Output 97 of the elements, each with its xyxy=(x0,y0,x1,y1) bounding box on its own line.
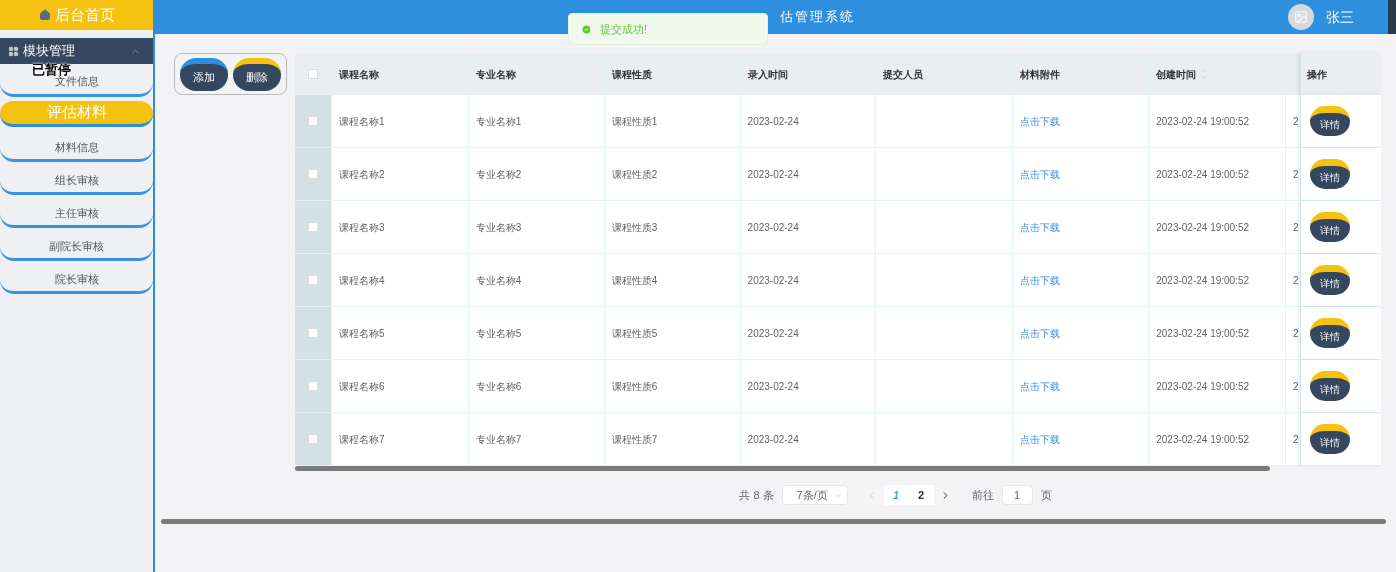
table-cell-text: 2023-02-24 19:00:52 xyxy=(1156,167,1250,182)
row-checkbox[interactable] xyxy=(308,169,318,179)
page-button[interactable]: 2 xyxy=(908,485,934,505)
table-cell-text: 2 xyxy=(1293,167,1299,182)
page-suffix: 页 xyxy=(1040,487,1052,503)
table-cell-text: 专业名称7 xyxy=(475,432,522,447)
sort-icon[interactable] xyxy=(1200,67,1208,81)
toolbar-button[interactable]: 添加 xyxy=(180,57,229,91)
table-cell-text: 课程名称6 xyxy=(338,379,385,394)
column-header: 课程性质 xyxy=(611,67,652,82)
row-checkbox[interactable] xyxy=(308,381,318,391)
page-scrollbar[interactable] xyxy=(161,519,1386,524)
table-cell-text: 课程名称7 xyxy=(338,432,385,447)
table-cell-text: 专业名称6 xyxy=(475,379,522,394)
details-button[interactable]: 详情 xyxy=(1310,159,1351,189)
table-cell-text: 课程名称3 xyxy=(338,220,385,235)
toolbar-button[interactable]: 删除 xyxy=(232,57,281,91)
success-toast: 提交成功! xyxy=(568,13,768,45)
table-cell-text: 专业名称2 xyxy=(475,167,522,182)
table-cell-text: 2023-02-24 xyxy=(747,167,799,182)
table-cell-text: 2023-02-24 19:00:52 xyxy=(1156,432,1250,447)
goto-label: 前往 xyxy=(971,487,994,503)
table-cell-text: 课程名称5 xyxy=(338,326,385,341)
row-checkbox[interactable] xyxy=(308,434,318,444)
row-checkbox[interactable] xyxy=(308,222,318,232)
image-icon xyxy=(1294,10,1308,24)
table-cell-text: 2023-02-24 xyxy=(747,432,799,447)
page-input[interactable]: 1 xyxy=(1001,485,1033,505)
table-cell-text: 课程性质7 xyxy=(611,432,658,447)
table-cell-text: 课程名称4 xyxy=(338,273,385,288)
home-icon xyxy=(38,9,51,21)
success-icon xyxy=(581,23,592,35)
table-cell-text: 2 xyxy=(1293,432,1299,447)
row-checkbox[interactable] xyxy=(308,116,318,126)
table-cell-text: 2023-02-24 19:00:52 xyxy=(1156,273,1250,288)
column-header: 操作 xyxy=(1307,67,1328,82)
select-all-checkbox[interactable] xyxy=(308,69,318,79)
window-title: 估管理系统 xyxy=(780,8,855,27)
column-header: 材料附件 xyxy=(1020,67,1061,82)
table-cell-text: 2 xyxy=(1293,220,1299,235)
table-cell-text: 课程名称1 xyxy=(338,114,385,129)
download-link[interactable]: 点击下载 xyxy=(1020,325,1061,341)
table-cell-text: 课程性质6 xyxy=(611,379,658,394)
download-link[interactable]: 点击下载 xyxy=(1020,272,1061,288)
download-link[interactable]: 点击下载 xyxy=(1020,431,1061,447)
row-checkbox[interactable] xyxy=(308,275,318,285)
avatar[interactable] xyxy=(1288,4,1314,30)
table-cell-text: 专业名称5 xyxy=(475,326,522,341)
table-cell-text: 课程性质1 xyxy=(611,114,658,129)
table-cell-text: 2023-02-24 19:00:52 xyxy=(1156,326,1250,341)
table-cell-text: 2 xyxy=(1293,273,1299,288)
grid-icon xyxy=(8,45,19,57)
sidebar-item[interactable]: 主任审核 xyxy=(0,195,153,228)
module-menu-header[interactable]: 模块管理 xyxy=(0,38,153,64)
column-header: 专业名称 xyxy=(475,67,516,82)
table-cell-text: 2023-02-24 xyxy=(747,220,799,235)
download-link[interactable]: 点击下载 xyxy=(1020,378,1061,394)
details-button[interactable]: 详情 xyxy=(1310,424,1351,454)
sidebar-item[interactable]: 材料信息 xyxy=(0,129,153,162)
table-cell-text: 2023-02-24 xyxy=(747,273,799,288)
sidebar-item[interactable]: 组长审核 xyxy=(0,162,153,195)
details-button[interactable]: 详情 xyxy=(1310,106,1351,136)
table-cell-text: 课程名称2 xyxy=(338,167,385,182)
column-header: 课程名称 xyxy=(338,67,379,82)
details-button[interactable]: 详情 xyxy=(1310,265,1351,295)
details-button[interactable]: 详情 xyxy=(1310,212,1351,242)
sidebar-item[interactable]: 院长审核 xyxy=(0,261,153,294)
column-header[interactable]: 创建时间 xyxy=(1156,66,1197,82)
table-cell-text: 专业名称3 xyxy=(475,220,522,235)
horizontal-scrollbar[interactable] xyxy=(295,466,1270,471)
table-cell-text: 专业名称4 xyxy=(475,273,522,288)
column-header: 提交人员 xyxy=(883,67,924,82)
table-cell-text: 2023-02-24 19:00:52 xyxy=(1156,220,1250,235)
details-button[interactable]: 详情 xyxy=(1310,318,1351,348)
table-cell-text: 2023-02-24 19:00:52 xyxy=(1156,114,1250,129)
table-cell-text: 2023-02-24 xyxy=(747,114,799,129)
download-link[interactable]: 点击下载 xyxy=(1020,166,1061,182)
column-header: 录入时间 xyxy=(747,67,788,82)
details-button[interactable]: 详情 xyxy=(1310,371,1351,401)
table-cell-text: 2023-02-24 xyxy=(747,326,799,341)
row-checkbox[interactable] xyxy=(308,328,318,338)
table-cell-text: 课程性质5 xyxy=(611,326,658,341)
download-link[interactable]: 点击下载 xyxy=(1020,113,1061,129)
table-cell-text: 2 xyxy=(1293,114,1299,129)
page-size-select[interactable]: 7条/页 xyxy=(781,485,848,505)
sidebar-item[interactable]: 副院长审核 xyxy=(0,228,153,261)
paused-label: 已暂停 xyxy=(32,61,71,77)
table-cell-text: 专业名称1 xyxy=(475,114,522,129)
table-cell-text: 课程性质4 xyxy=(611,273,658,288)
table-cell-text: 课程性质3 xyxy=(611,220,658,235)
table-cell-text: 2023-02-24 xyxy=(747,379,799,394)
total-count: 共 8 条 xyxy=(739,487,774,503)
table-cell-text: 2 xyxy=(1293,326,1299,341)
download-link[interactable]: 点击下载 xyxy=(1020,219,1061,235)
table-cell-text: 2 xyxy=(1293,379,1299,394)
table-cell-text: 课程性质2 xyxy=(611,167,658,182)
table-cell-text: 2023-02-24 19:00:52 xyxy=(1156,379,1250,394)
